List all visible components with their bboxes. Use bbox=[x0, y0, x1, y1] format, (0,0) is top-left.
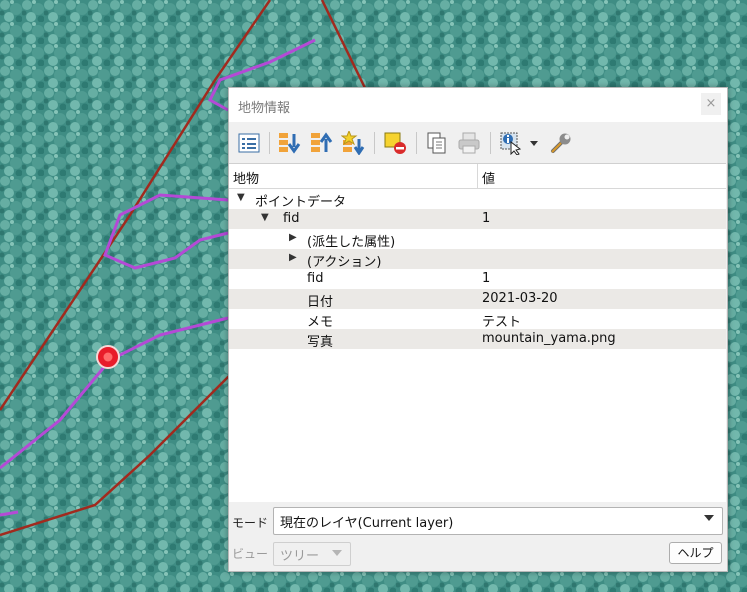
tree-row-attribute[interactable]: 写真 mountain_yama.png bbox=[229, 329, 726, 350]
header-feature[interactable]: 地物 bbox=[233, 168, 259, 187]
bottom-panel: モード 現在のレイヤ(Current layer) ビュー ツリー ヘルプ bbox=[229, 502, 727, 571]
chevron-down-icon[interactable] bbox=[530, 141, 538, 146]
tree-row-derived[interactable]: ▶ (派生した属性) bbox=[229, 229, 726, 250]
identify-select-icon[interactable] bbox=[499, 131, 523, 155]
collapse-all-icon[interactable] bbox=[309, 131, 333, 155]
row-key: 写真 bbox=[307, 335, 334, 350]
settings-icon[interactable] bbox=[549, 131, 573, 155]
mode-label: モード bbox=[232, 516, 269, 530]
expanded-arrow-icon[interactable]: ▼ bbox=[237, 192, 245, 203]
copy-icon[interactable] bbox=[425, 131, 449, 155]
tree-row-actions[interactable]: ▶ (アクション) bbox=[229, 249, 726, 270]
close-button[interactable]: × bbox=[701, 93, 721, 115]
view-label: ビュー bbox=[232, 547, 269, 561]
row-value: テスト bbox=[482, 315, 522, 330]
view-select-value: ツリー bbox=[280, 549, 320, 564]
row-value: 2021-03-20 bbox=[482, 291, 558, 306]
row-key: 日付 bbox=[307, 295, 334, 310]
row-key: fid bbox=[283, 211, 300, 226]
expand-tree-icon[interactable] bbox=[237, 131, 261, 155]
row-key: (派生した属性) bbox=[307, 235, 396, 250]
row-key: メモ bbox=[307, 315, 334, 330]
row-key: ポイントデータ bbox=[255, 195, 347, 210]
tree-row-feature[interactable]: ▼ fid 1 bbox=[229, 209, 726, 229]
point-feature-marker-center bbox=[103, 352, 113, 362]
row-key: fid bbox=[307, 271, 324, 286]
row-value[interactable]: mountain_yama.png bbox=[482, 331, 616, 346]
mode-select-value: 現在のレイヤ(Current layer) bbox=[280, 516, 454, 531]
expand-new-icon[interactable] bbox=[341, 131, 365, 155]
mode-select[interactable]: 現在のレイヤ(Current layer) bbox=[273, 507, 723, 535]
results-tree[interactable]: 地物 値 ▼ ポイントデータ ▼ fid 1 ▶ (派生した属性) ▶ (アクシ… bbox=[229, 163, 726, 503]
print-icon[interactable] bbox=[457, 131, 481, 155]
view-select[interactable]: ツリー bbox=[273, 542, 351, 566]
tree-header: 地物 値 bbox=[229, 164, 726, 189]
identify-results-dialog: 地物情報 × 地物 値 ▼ ポイントデータ ▼ fid 1 ▶ (派生した属性)… bbox=[228, 87, 728, 572]
help-button[interactable]: ヘルプ bbox=[669, 542, 722, 564]
row-value: 1 bbox=[482, 271, 491, 286]
expanded-arrow-icon[interactable]: ▼ bbox=[261, 212, 269, 223]
collapsed-arrow-icon[interactable]: ▶ bbox=[289, 252, 297, 263]
toolbar bbox=[229, 122, 727, 162]
expand-all-icon[interactable] bbox=[277, 131, 301, 155]
tree-row-layer[interactable]: ▼ ポイントデータ bbox=[229, 189, 726, 210]
tree-row-attribute[interactable]: fid 1 bbox=[229, 269, 726, 289]
clear-highlight-icon[interactable] bbox=[383, 131, 407, 155]
row-key: (アクション) bbox=[307, 255, 382, 270]
chevron-down-icon bbox=[704, 515, 714, 521]
tree-row-attribute[interactable]: メモ テスト bbox=[229, 309, 726, 330]
row-value: 1 bbox=[482, 211, 491, 226]
dialog-title: 地物情報 bbox=[238, 101, 291, 116]
title-bar[interactable]: 地物情報 × bbox=[229, 88, 727, 122]
chevron-down-icon bbox=[332, 550, 342, 556]
header-value[interactable]: 値 bbox=[482, 168, 495, 187]
tree-row-attribute[interactable]: 日付 2021-03-20 bbox=[229, 289, 726, 310]
collapsed-arrow-icon[interactable]: ▶ bbox=[289, 232, 297, 243]
